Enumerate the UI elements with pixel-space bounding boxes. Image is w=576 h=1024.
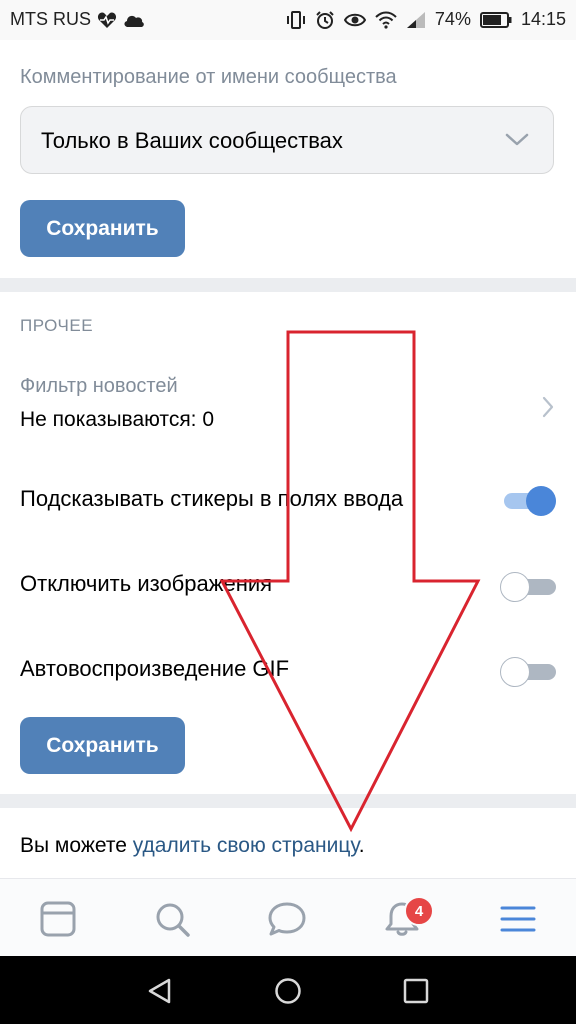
alarm-icon — [316, 10, 334, 29]
chevron-right-icon — [542, 396, 554, 418]
chevron-down-icon — [505, 133, 529, 146]
disable-images-toggle[interactable] — [500, 572, 556, 602]
status-right: 74% 14:15 — [286, 9, 566, 30]
eye-icon — [343, 13, 366, 26]
news-filter-value: Не показываются: 0 — [20, 408, 215, 431]
select-value: Только в Ваших сообществах — [41, 128, 343, 153]
carrier-name: MTS RUS — [10, 9, 91, 29]
delete-suffix: . — [358, 834, 365, 857]
section-divider — [0, 794, 576, 808]
toggle-knob — [500, 657, 530, 687]
save-button-other[interactable]: Сохранить — [20, 717, 185, 774]
comment-settings-section: Комментирование от имени сообщества Толь… — [0, 40, 576, 278]
toggle-knob — [526, 486, 556, 516]
clock: 14:15 — [520, 9, 566, 29]
status-bar: MTS RUS 74% 14:15 — [0, 0, 576, 40]
gif-autoplay-label: Автовоспроизведение GIF — [20, 656, 290, 681]
bottom-tab-bar: 4 — [0, 878, 576, 956]
recent-apps-icon[interactable] — [401, 976, 431, 1006]
wifi-icon — [375, 11, 397, 29]
disable-images-label: Отключить изображения — [20, 571, 273, 596]
cloud-icon — [124, 15, 144, 27]
section-header-other: ПРОЧЕЕ — [20, 316, 94, 335]
gif-autoplay-toggle[interactable] — [500, 657, 556, 687]
search-icon[interactable] — [152, 899, 192, 939]
other-settings-section: ПРОЧЕЕ Фильтр новостей Не показываются: … — [0, 292, 576, 794]
save-button-comments[interactable]: Сохранить — [20, 200, 185, 257]
comment-as-community-select[interactable]: Только в Ваших сообществах — [20, 106, 554, 174]
comment-as-community-label: Комментирование от имени сообщества — [20, 66, 397, 88]
section-divider — [0, 278, 576, 292]
delete-page-link[interactable]: удалить свою страницу — [133, 834, 359, 857]
delete-page-text: Вы можете удалить свою страницу. — [20, 834, 365, 858]
news-filter-title: Фильтр новостей — [20, 375, 178, 397]
sticker-hints-label: Подсказывать стикеры в полях ввода — [20, 486, 404, 511]
sticker-hints-toggle[interactable] — [500, 486, 556, 516]
status-left: MTS RUS — [10, 9, 145, 30]
notification-badge: 4 — [404, 896, 434, 926]
messages-icon[interactable] — [267, 899, 307, 939]
home-icon[interactable] — [273, 976, 303, 1006]
battery-icon — [479, 11, 512, 28]
delete-page-section: Вы можете удалить свою страницу. — [0, 808, 576, 878]
signal-icon — [406, 11, 425, 28]
news-icon[interactable] — [38, 899, 78, 939]
vibrate-icon — [286, 10, 305, 29]
toggle-knob — [500, 572, 530, 602]
battery-percent: 74% — [434, 9, 471, 29]
delete-prefix: Вы можете — [20, 834, 133, 857]
back-icon[interactable] — [145, 976, 175, 1006]
android-navigation-bar — [0, 956, 576, 1024]
heart-pulse-icon — [97, 12, 117, 28]
menu-icon[interactable] — [498, 899, 538, 939]
